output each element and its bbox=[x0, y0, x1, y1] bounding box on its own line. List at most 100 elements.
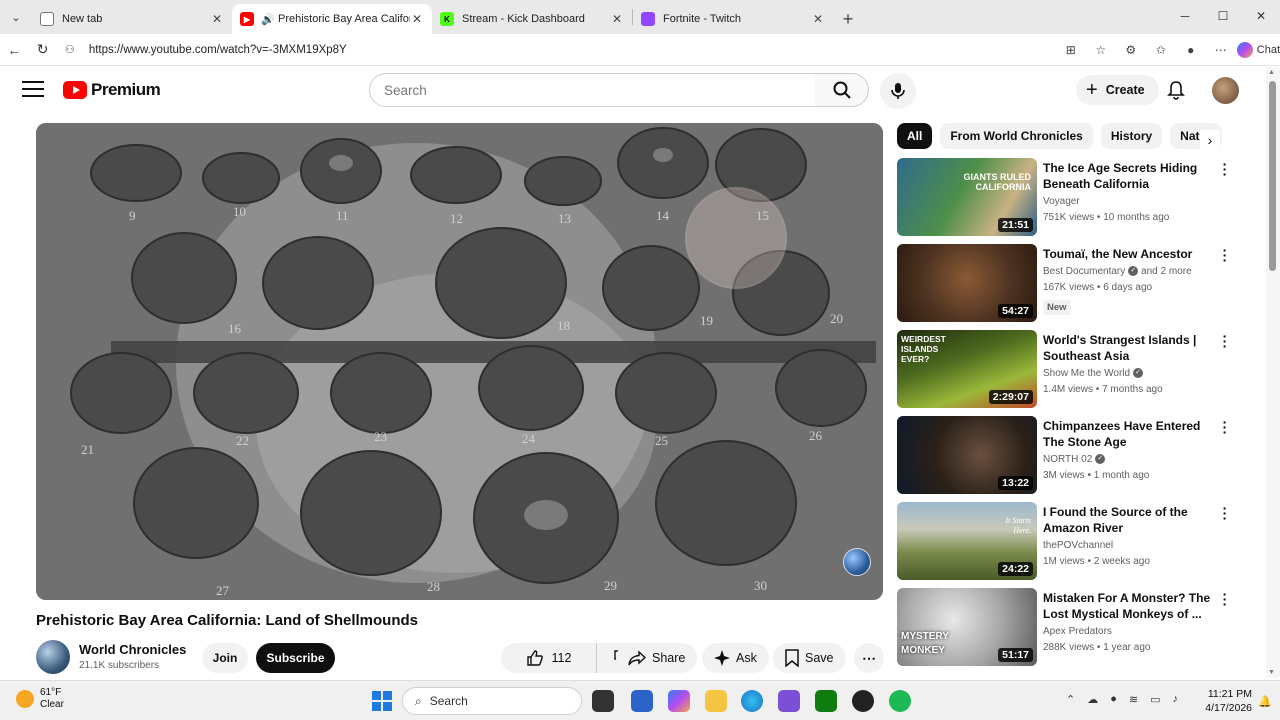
spotify-icon[interactable] bbox=[889, 690, 911, 712]
thumbs-up-icon bbox=[526, 650, 543, 666]
volume-icon[interactable]: ♪ bbox=[1173, 693, 1179, 706]
minimize-icon[interactable]: ─ bbox=[1166, 0, 1204, 32]
tab-actions-menu[interactable]: ⌄ bbox=[0, 0, 32, 34]
recommendation-item[interactable]: 13:22 Chimpanzees Have Entered The Stone… bbox=[897, 415, 1242, 502]
join-button[interactable]: Join bbox=[202, 643, 248, 673]
chip-all[interactable]: All bbox=[897, 123, 933, 149]
tab-youtube-video[interactable]: ▶ 🔊 Prehistoric Bay Area California ✕ bbox=[232, 4, 432, 34]
weather-widget[interactable]: 61°F Clear bbox=[16, 687, 64, 711]
wifi-icon[interactable]: ≋ bbox=[1129, 693, 1138, 706]
microphone-tray-icon[interactable]: ● bbox=[1110, 693, 1117, 706]
more-menu-icon[interactable]: ⋯ bbox=[1209, 43, 1233, 57]
chevron-right-icon[interactable]: › bbox=[1200, 130, 1220, 150]
refresh-icon[interactable]: ↻ bbox=[28, 35, 56, 65]
chip-from-channel[interactable]: From World Chronicles bbox=[940, 123, 1093, 149]
extensions-icon[interactable]: ⚙ bbox=[1119, 43, 1143, 57]
video-thumbnail[interactable]: It Starts Here. 24:22 bbox=[897, 502, 1037, 580]
app-icon-dark[interactable] bbox=[852, 690, 874, 712]
ask-label: Ask bbox=[736, 651, 757, 665]
copilot-taskbar-icon[interactable] bbox=[668, 690, 690, 712]
recommendation-stats: 167K views • 6 days ago bbox=[1043, 282, 1153, 293]
subscribe-button[interactable]: Subscribe bbox=[256, 643, 335, 673]
taskbar-clock[interactable]: 11:21 PM 4/17/2026 bbox=[1192, 687, 1252, 715]
channel-actions-row: World Chronicles 21.1K subscribers Join … bbox=[36, 640, 884, 676]
video-player[interactable]: 9 10 11 12 13 14 15 16 18 19 20 21 22 23… bbox=[36, 123, 883, 600]
task-view-icon[interactable] bbox=[592, 690, 614, 712]
chevron-up-icon[interactable]: ⌃ bbox=[1066, 693, 1075, 706]
voice-search-button[interactable] bbox=[880, 73, 916, 109]
save-button[interactable]: Save bbox=[773, 643, 846, 673]
recommendation-item[interactable]: GIANTS RULED CALIFORNIA 21:51 The Ice Ag… bbox=[897, 158, 1242, 244]
more-options-icon[interactable]: · · · bbox=[1219, 587, 1231, 611]
youtube-logo[interactable]: Premium bbox=[63, 80, 161, 100]
tab-kick-dashboard[interactable]: K Stream - Kick Dashboard ✕ bbox=[432, 4, 632, 34]
ask-button[interactable]: Ask bbox=[702, 643, 769, 673]
maximize-icon[interactable]: ☐ bbox=[1204, 0, 1242, 32]
specimen-number: 9 bbox=[129, 208, 136, 223]
app-icon-purple[interactable] bbox=[778, 690, 800, 712]
chip-history[interactable]: History bbox=[1100, 123, 1163, 149]
copilot-chat-button[interactable]: Chat bbox=[1236, 41, 1280, 58]
video-thumbnail[interactable]: 54:27 bbox=[897, 244, 1037, 322]
create-label: Create bbox=[1105, 83, 1145, 97]
windows-start-icon[interactable] bbox=[372, 691, 392, 711]
more-options-icon[interactable]: · · · bbox=[1219, 501, 1231, 525]
xbox-icon[interactable] bbox=[815, 690, 837, 712]
back-icon[interactable]: ← bbox=[0, 35, 28, 65]
close-tab-icon[interactable]: ✕ bbox=[610, 12, 624, 26]
apps-icon[interactable]: ⊞ bbox=[1059, 43, 1083, 57]
video-duration: 51:17 bbox=[998, 648, 1033, 662]
tab-new-tab[interactable]: New tab ✕ bbox=[32, 4, 232, 34]
favorites-icon[interactable]: ✩ bbox=[1149, 43, 1173, 57]
battery-icon[interactable]: ▭ bbox=[1150, 693, 1160, 706]
tab-twitch[interactable]: Fortnite - Twitch ✕ bbox=[633, 4, 833, 34]
menu-icon[interactable] bbox=[22, 81, 44, 99]
scrollbar-thumb[interactable] bbox=[1269, 81, 1276, 271]
channel-avatar[interactable] bbox=[36, 640, 70, 674]
more-options-icon[interactable]: · · · bbox=[1219, 329, 1231, 353]
account-avatar[interactable] bbox=[1212, 77, 1239, 104]
more-options-icon[interactable]: · · · bbox=[1219, 243, 1231, 267]
channel-watermark-icon[interactable] bbox=[843, 548, 871, 576]
more-options-icon[interactable]: · · · bbox=[1219, 415, 1231, 439]
recommendation-item[interactable]: It Starts Here. 24:22 I Found the Source… bbox=[897, 501, 1242, 588]
more-actions-icon[interactable]: ⋯ bbox=[854, 643, 884, 673]
recommendation-item[interactable]: 54:27 Toumaï, the New Ancestor Best Docu… bbox=[897, 243, 1242, 330]
edge-browser-icon[interactable] bbox=[741, 690, 763, 712]
new-tab-button[interactable]: + bbox=[833, 4, 863, 34]
search-button[interactable] bbox=[815, 73, 869, 107]
close-tab-icon[interactable]: ✕ bbox=[811, 12, 825, 26]
share-button[interactable]: Share bbox=[616, 643, 698, 673]
url-field[interactable]: ⚇ https://www.youtube.com/watch?v=-3MXM1… bbox=[65, 37, 1059, 63]
taskbar-search[interactable]: ⌕ Search bbox=[402, 687, 582, 715]
create-button[interactable]: + Create bbox=[1076, 75, 1159, 105]
cloud-icon[interactable]: ☁ bbox=[1087, 693, 1098, 706]
video-thumbnail[interactable]: GIANTS RULED CALIFORNIA 21:51 bbox=[897, 158, 1037, 236]
scroll-down-icon[interactable]: ▼ bbox=[1268, 669, 1275, 676]
notification-center-icon[interactable]: 🔔 bbox=[1258, 695, 1272, 708]
recommendation-item[interactable]: MYSTERY MONKEY 51:17 Mistaken For A Mons… bbox=[897, 587, 1242, 674]
speaker-icon[interactable]: 🔊 bbox=[261, 12, 275, 26]
notifications-button[interactable] bbox=[1164, 78, 1188, 102]
video-thumbnail[interactable]: 13:22 bbox=[897, 416, 1037, 494]
calculator-icon[interactable] bbox=[631, 690, 653, 712]
address-bar-icons: ⊞ ☆ ⚙ ✩ ● ⋯ bbox=[1059, 43, 1233, 57]
channel-name[interactable]: World Chronicles bbox=[79, 642, 186, 657]
close-tab-icon[interactable]: ✕ bbox=[210, 12, 224, 26]
favorite-star-icon[interactable]: ☆ bbox=[1089, 43, 1113, 57]
close-window-icon[interactable]: ✕ bbox=[1242, 0, 1280, 32]
scroll-up-icon[interactable]: ▲ bbox=[1268, 69, 1275, 76]
file-explorer-icon[interactable] bbox=[705, 690, 727, 712]
site-info-icon[interactable]: ⚇ bbox=[65, 43, 81, 56]
recommendation-item[interactable]: WEIRDEST ISLANDS EVER? 2:29:07 World's S… bbox=[897, 329, 1242, 416]
page-scrollbar[interactable]: ▲ ▼ bbox=[1266, 67, 1280, 678]
like-button[interactable]: 112 bbox=[501, 643, 597, 673]
video-thumbnail[interactable]: MYSTERY MONKEY 51:17 bbox=[897, 588, 1037, 666]
video-thumbnail[interactable]: WEIRDEST ISLANDS EVER? 2:29:07 bbox=[897, 330, 1037, 408]
address-bar-row: ← ↻ ⚇ https://www.youtube.com/watch?v=-3… bbox=[0, 34, 1280, 66]
profile-icon[interactable]: ● bbox=[1179, 43, 1203, 57]
more-options-icon[interactable]: · · · bbox=[1219, 158, 1231, 181]
close-tab-icon[interactable]: ✕ bbox=[410, 12, 424, 26]
thumbnail-text: WEIRDEST ISLANDS EVER? bbox=[901, 334, 946, 364]
search-input[interactable]: Search bbox=[369, 73, 816, 107]
